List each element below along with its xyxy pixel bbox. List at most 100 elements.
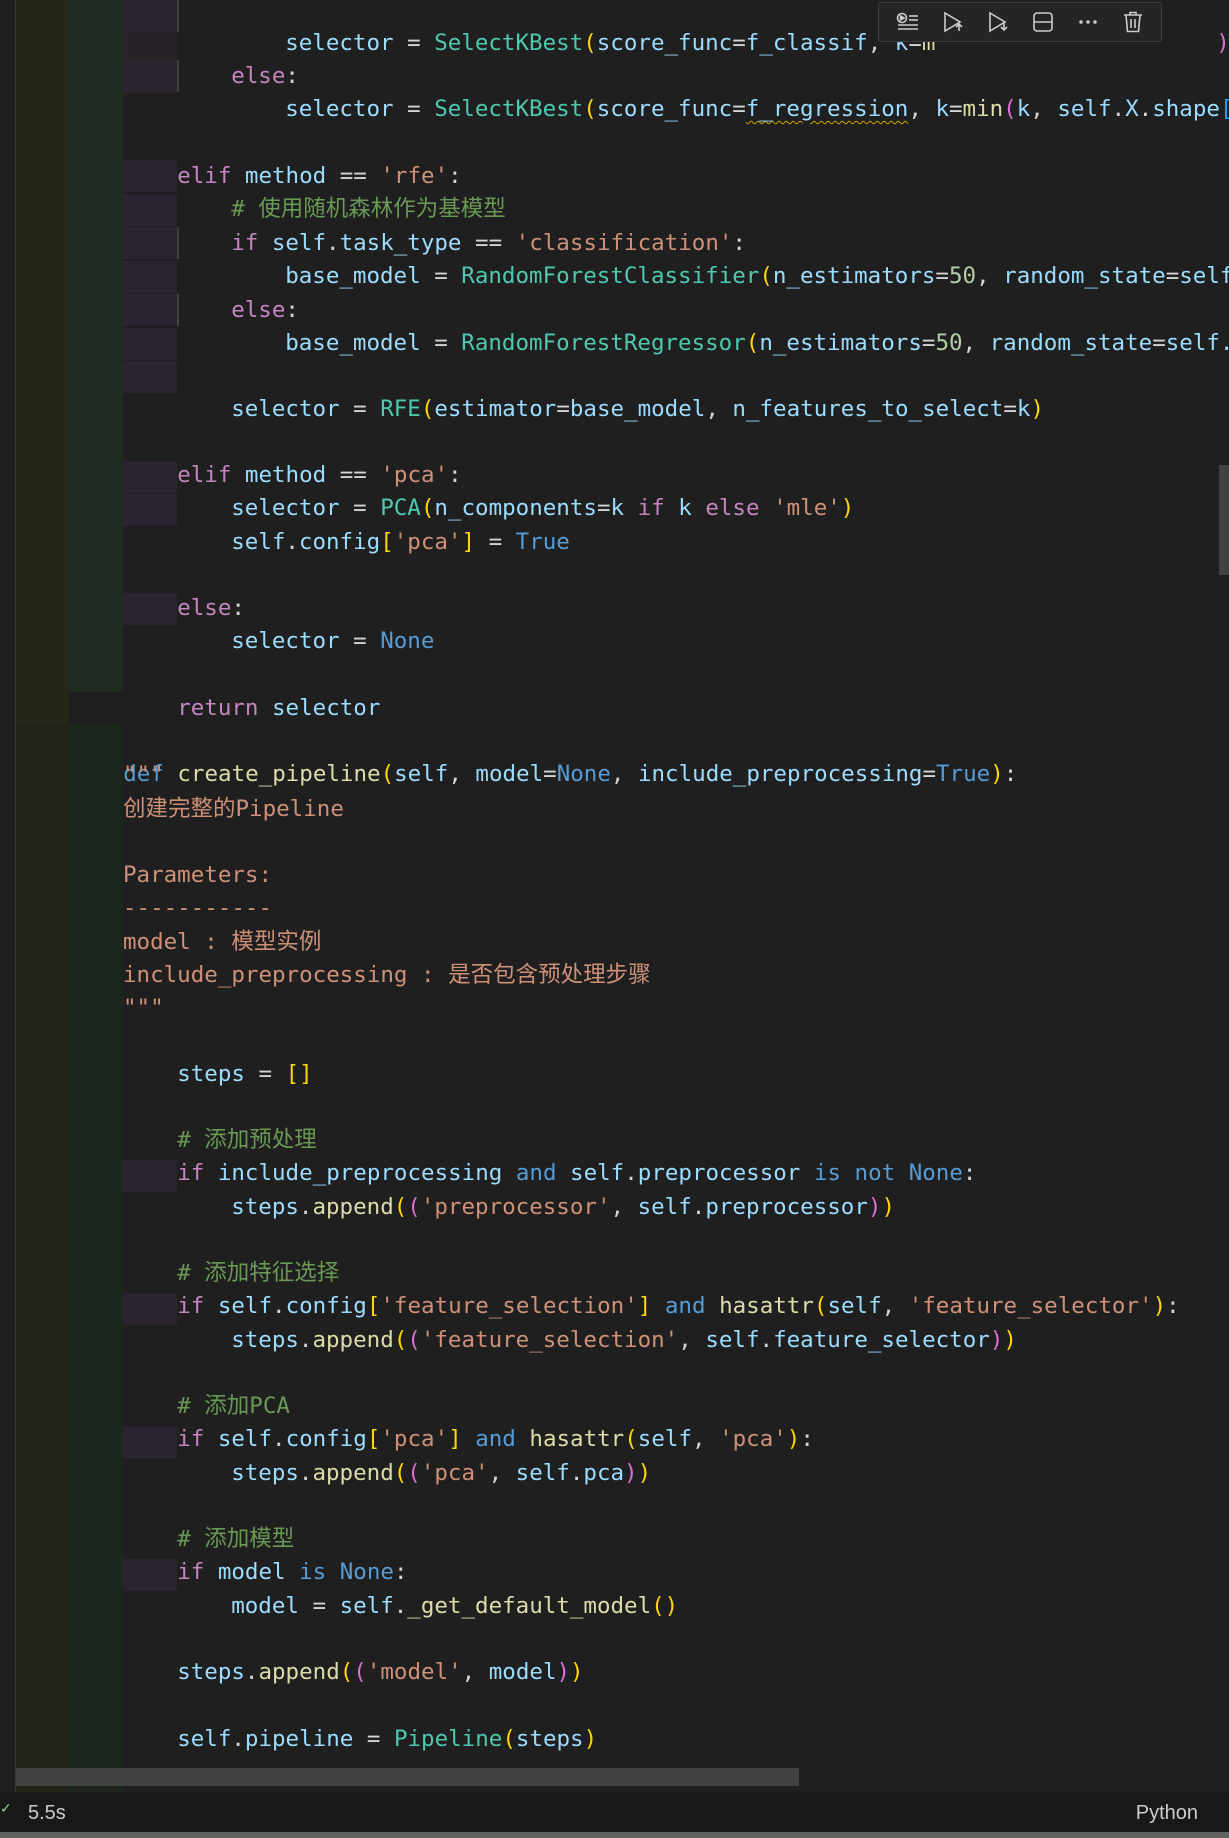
code-token: ) [881, 1194, 895, 1220]
code-token: score_func [596, 30, 733, 56]
code-line[interactable]: # 添加特征选择 [0, 1225, 339, 1286]
code-token: selector [231, 396, 340, 422]
code-line[interactable]: base_model = RandomForestClassifier(n_es… [0, 228, 1229, 289]
code-token: : [962, 1160, 977, 1186]
more-actions-button[interactable] [1071, 5, 1105, 39]
code-token: f_classif [745, 30, 868, 56]
code-token: include_preprocessing : 是否包含预处理步骤 [123, 962, 651, 988]
execute-below-button[interactable] [981, 5, 1015, 39]
code-token: """ [123, 995, 164, 1021]
code-line[interactable]: if model is None: [0, 1524, 407, 1585]
code-line[interactable]: # 添加模型 [0, 1491, 294, 1552]
code-token: . [298, 1194, 313, 1220]
code-line[interactable]: steps.append(('feature_selection', self.… [0, 1292, 1017, 1353]
execute-above-icon [943, 11, 963, 33]
code-token: , [678, 1327, 706, 1353]
code-line[interactable]: elif method == 'pca': [0, 427, 461, 488]
code-token: selector [231, 628, 340, 654]
code-token: [ [380, 529, 394, 555]
docstring-line[interactable]: """ [0, 992, 164, 1024]
delete-cell-button[interactable] [1116, 5, 1150, 39]
code-line[interactable]: else: [0, 262, 299, 323]
code-token: , [908, 96, 936, 122]
code-token: , [705, 396, 733, 422]
code-token: self [231, 529, 286, 555]
vertical-scrollbar-thumb[interactable] [1219, 465, 1229, 575]
code-token: ( [407, 1327, 421, 1353]
code-token: append [258, 1659, 340, 1685]
code-line[interactable]: model = self._get_default_model() [0, 1558, 678, 1619]
docstring-line[interactable]: model : 模型实例 [0, 926, 321, 958]
code-line[interactable]: steps = [] [0, 1026, 312, 1087]
code-line[interactable]: return selector [0, 660, 380, 721]
code-token: ( [583, 96, 597, 122]
code-token: ( [393, 1460, 408, 1486]
code-token: selector [285, 30, 394, 56]
code-line[interactable]: else: [0, 28, 299, 89]
code-token: ) [556, 1659, 571, 1685]
cell-language[interactable]: Python [1136, 1802, 1198, 1825]
code-line[interactable]: # 使用随机森林作为基模型 [0, 161, 506, 222]
code-token: model [488, 1659, 557, 1685]
code-line[interactable]: if self.config['pca'] and hasattr(self, … [0, 1391, 814, 1452]
code-token: True [936, 761, 991, 787]
execute-below-icon [988, 11, 1008, 33]
code-line[interactable]: elif method == 'rfe': [0, 128, 461, 189]
code-line[interactable]: # 添加预处理 [0, 1092, 317, 1153]
code-token: ) [990, 761, 1004, 787]
code-token: self [1057, 96, 1112, 122]
code-token: 50 [948, 263, 977, 289]
code-line[interactable]: steps.append(('pca', self.pca)) [0, 1425, 651, 1486]
code-token: , [461, 1659, 489, 1685]
execute-above-button[interactable] [936, 5, 970, 39]
code-token: ( [1003, 96, 1017, 122]
horizontal-scrollbar[interactable] [16, 1768, 799, 1786]
docstring-line[interactable]: Parameters: [0, 859, 272, 891]
docstring-line[interactable]: ----------- [0, 892, 272, 924]
code-line[interactable]: selector = PCA(n_components=k if k else … [0, 460, 854, 521]
code-line[interactable]: if self.config['feature_selection'] and … [0, 1258, 1179, 1319]
code-line[interactable]: # 添加PCA [0, 1358, 290, 1419]
run-by-line-icon [896, 12, 918, 30]
run-by-line-button[interactable] [891, 5, 925, 39]
code-token: self [515, 1460, 570, 1486]
code-token: = [948, 96, 963, 122]
code-line[interactable]: if self.task_type == 'classification': [0, 195, 746, 256]
docstring-line[interactable]: """ [0, 759, 164, 791]
code-line[interactable]: self.pipeline = Pipeline(steps) [0, 1691, 597, 1752]
code-line[interactable]: def create_pipeline(self, model=None, in… [0, 726, 1017, 787]
code-token: self.rar [1165, 330, 1229, 356]
code-line[interactable]: steps.append(('preprocessor', self.prepr… [0, 1159, 895, 1220]
code-token: pipeline [244, 1726, 354, 1752]
code-token: ( [339, 1659, 354, 1685]
code-token: selector [285, 96, 394, 122]
code-token: , [610, 761, 638, 787]
split-cell-button[interactable] [1026, 5, 1060, 39]
code-token: append [312, 1194, 394, 1220]
code-token: = [420, 263, 462, 289]
code-line[interactable]: selector = SelectKBest(score_func=f_regr… [0, 61, 1229, 122]
code-token: 创建完整的Pipeline [123, 796, 344, 822]
code-line[interactable]: steps.append(('model', model)) [0, 1624, 583, 1685]
code-token: = [596, 495, 611, 521]
code-line[interactable]: selector = None [0, 593, 434, 654]
code-token: ) [1003, 1327, 1017, 1353]
code-line[interactable]: base_model = RandomForestRegressor(n_est… [0, 295, 1229, 356]
code-line[interactable]: self.config['pca'] = True [0, 494, 570, 555]
code-token: = [1152, 330, 1166, 356]
code-token: = [244, 1061, 286, 1087]
docstring-line[interactable]: 创建完整的Pipeline [0, 793, 344, 825]
code-token: , [488, 1460, 516, 1486]
code-editor[interactable]: selector = SelectKBest(score_func=f_clas… [0, 0, 1229, 1792]
code-token: ) [1152, 1293, 1167, 1319]
code-token: random_state [989, 330, 1153, 356]
code-line[interactable]: else: [0, 560, 245, 621]
code-line[interactable]: if include_preprocessing and self.prepro… [0, 1125, 976, 1186]
code-line[interactable]: selector = SelectKBest(score_func=f_clas… [0, 0, 935, 56]
code-token: RFE [380, 396, 421, 422]
code-token: = [353, 1726, 394, 1752]
code-token: = [556, 396, 570, 422]
docstring-line[interactable]: include_preprocessing : 是否包含预处理步骤 [0, 959, 651, 991]
code-line[interactable]: selector = RFE(estimator=base_model, n_f… [0, 361, 1044, 422]
